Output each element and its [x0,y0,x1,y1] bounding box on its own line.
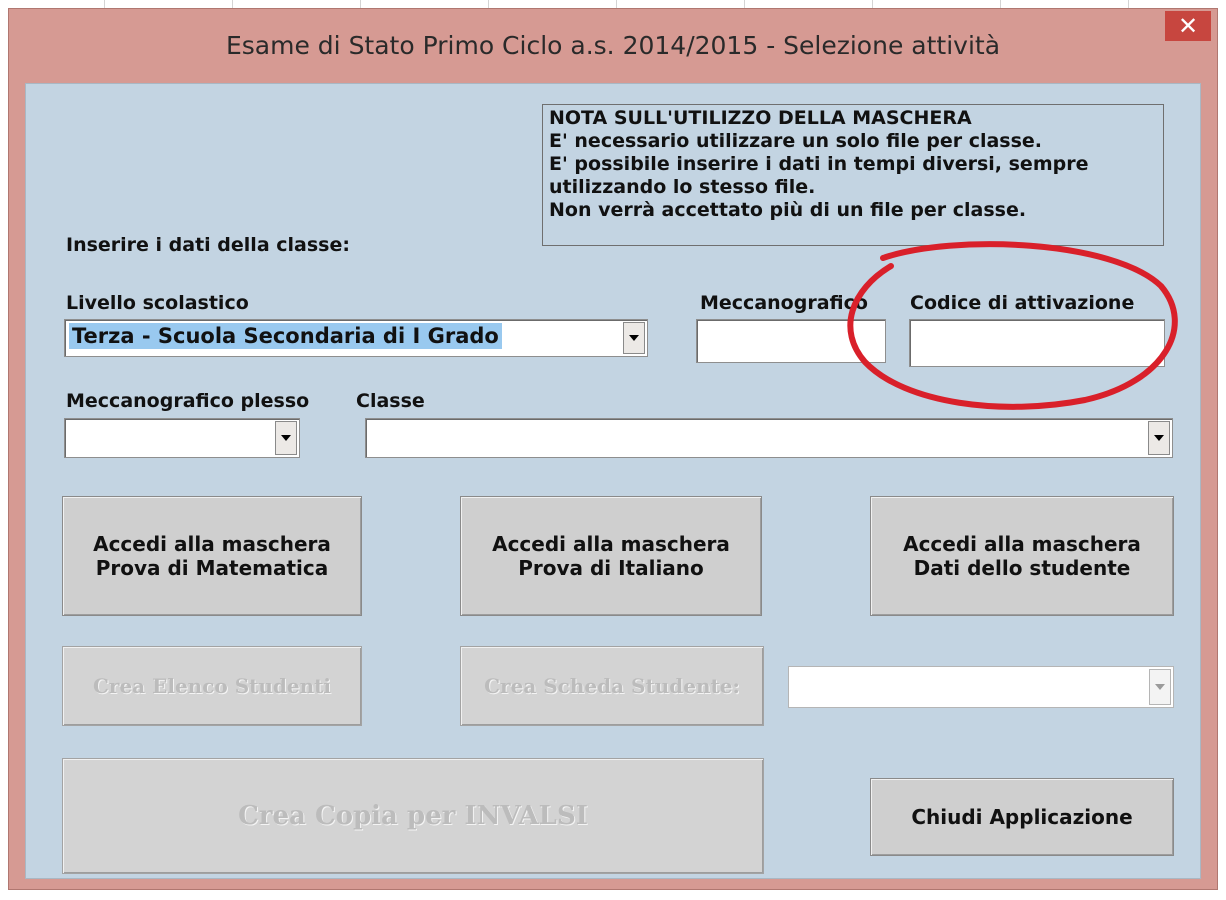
livello-selected-value: Terza - Scuola Secondaria di I Grado [69,323,502,349]
plesso-dropdown-button[interactable] [275,421,297,455]
codice-attivazione-label: Codice di attivazione [910,292,1135,314]
button-label: Prova di Matematica [95,556,329,580]
button-label: Accedi alla maschera [93,532,331,556]
usage-note-box: NOTA SULL'UTILIZZO DELLA MASCHERA E' nec… [542,104,1164,246]
livello-label: Livello scolastico [66,292,249,314]
note-line: utilizzando lo stesso file. [549,176,816,198]
button-label: Crea Elenco Studenti [93,674,331,698]
chevron-down-icon [1155,684,1165,690]
button-label: Dati dello studente [913,556,1131,580]
plesso-label: Meccanografico plesso [66,390,310,412]
scheda-dropdown-button[interactable] [1149,669,1171,705]
classe-select[interactable] [365,418,1173,458]
chiudi-applicazione-button[interactable]: Chiudi Applicazione [870,778,1174,856]
codice-attivazione-input[interactable] [909,319,1165,367]
scheda-studente-select[interactable] [788,666,1174,708]
dati-studente-button[interactable]: Accedi alla maschera Dati dello studente [870,496,1174,616]
button-label: Crea Scheda Studente: [484,674,740,698]
prova-italiano-button[interactable]: Accedi alla maschera Prova di Italiano [460,496,762,616]
crea-elenco-studenti-button[interactable]: Crea Elenco Studenti [62,646,362,726]
window-title: Esame di Stato Primo Ciclo a.s. 2014/201… [225,31,1001,60]
button-label: Chiudi Applicazione [911,805,1133,829]
button-label: Accedi alla maschera [903,532,1141,556]
chevron-down-icon [629,335,639,341]
note-line: Non verrà accettato più di un file per c… [549,199,1027,221]
livello-dropdown-button[interactable] [623,322,645,354]
title-bar[interactable]: Esame di Stato Primo Ciclo a.s. 2014/201… [9,9,1217,81]
button-label: Prova di Italiano [518,556,704,580]
classe-dropdown-button[interactable] [1148,421,1170,455]
meccanografico-label: Meccanografico [700,292,868,314]
note-line: E' possibile inserire i dati in tempi di… [549,153,1089,175]
meccanografico-input[interactable] [696,319,886,363]
dialog-client-area: NOTA SULL'UTILIZZO DELLA MASCHERA E' nec… [25,83,1201,879]
button-label: Accedi alla maschera [492,532,730,556]
selection-dialog: Esame di Stato Primo Ciclo a.s. 2014/201… [8,8,1218,890]
livello-select[interactable]: Terza - Scuola Secondaria di I Grado [64,319,648,357]
section-label: Inserire i dati della classe: [66,234,350,256]
close-button[interactable]: ✕ [1165,11,1211,41]
button-label: Crea Copia per INVALSI [238,801,588,831]
note-line: E' necessario utilizzare un solo file pe… [549,130,1043,152]
crea-scheda-studente-button[interactable]: Crea Scheda Studente: [460,646,764,726]
chevron-down-icon [281,435,291,441]
chevron-down-icon [1154,435,1164,441]
plesso-select[interactable] [64,418,300,458]
note-heading: NOTA SULL'UTILIZZO DELLA MASCHERA [549,107,972,129]
close-icon: ✕ [1177,12,1199,40]
classe-label: Classe [356,390,425,412]
crea-copia-invalsi-button[interactable]: Crea Copia per INVALSI [62,758,764,874]
prova-matematica-button[interactable]: Accedi alla maschera Prova di Matematica [62,496,362,616]
